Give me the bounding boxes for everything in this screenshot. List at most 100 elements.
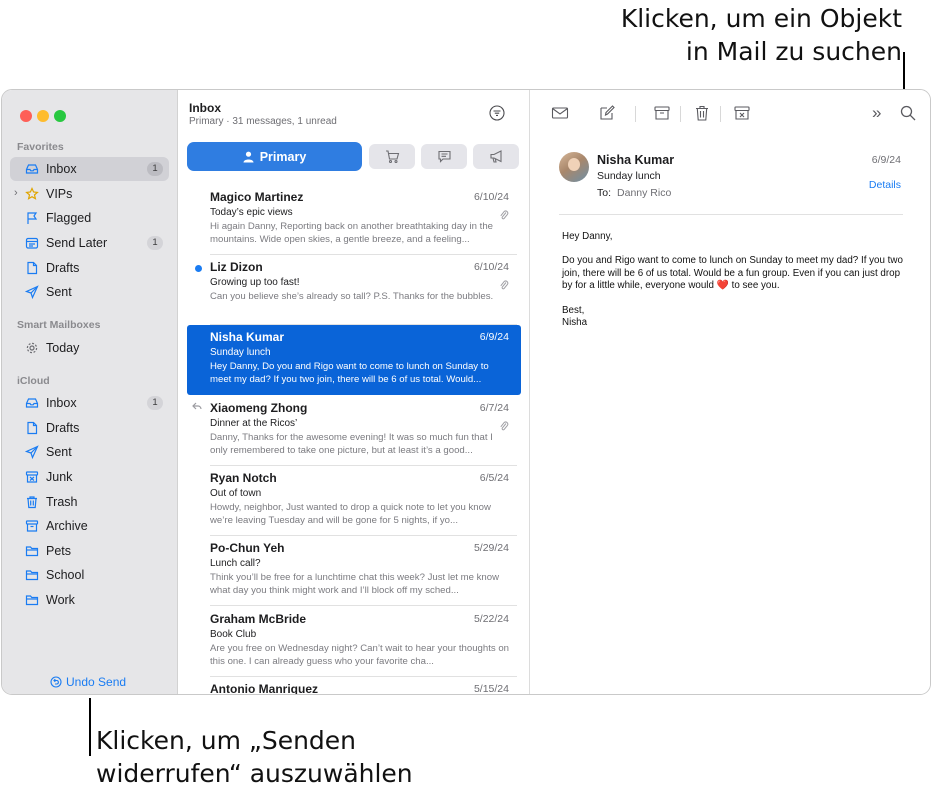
minimize-window-button[interactable] xyxy=(37,110,49,122)
message-row[interactable]: Graham McBride 5/22/24 Book Club Are you… xyxy=(187,607,521,677)
inbox-icon xyxy=(25,162,39,176)
sidebar-item-label: Inbox xyxy=(46,162,77,176)
callout-undo-line1: Klicken, um „Senden xyxy=(96,726,357,755)
sidebar-item-label: Work xyxy=(46,593,75,607)
unread-count-badge: 1 xyxy=(147,396,163,410)
message-sender: Ryan Notch xyxy=(210,471,277,485)
callout-undo-send: Klicken, um „Senden widerrufen“ auszuwäh… xyxy=(96,724,413,790)
zoom-window-button[interactable] xyxy=(54,110,66,122)
message-sender: Liz Dizon xyxy=(210,260,263,274)
undo-send-label: Undo Send xyxy=(66,675,127,689)
to-label: To: xyxy=(597,187,612,199)
email-signature: Nisha xyxy=(562,317,588,329)
sidebar-item-pets[interactable]: Pets xyxy=(10,539,169,563)
undo-send-button[interactable]: Undo Send xyxy=(50,675,126,689)
star-icon xyxy=(25,187,39,201)
chevron-right-icon[interactable]: › xyxy=(14,187,18,199)
message-preview: Hey Danny, Do you and Rigo want to come … xyxy=(210,361,489,385)
sender-avatar xyxy=(559,152,589,182)
message-date: 6/9/24 xyxy=(479,331,509,343)
category-primary-tab[interactable]: Primary xyxy=(187,142,362,171)
heart-emoji-icon: ❤️ xyxy=(716,280,729,292)
sidebar-item-archive[interactable]: Archive xyxy=(10,514,169,538)
more-toolbar-button[interactable]: » xyxy=(872,103,892,122)
sidebar-item-label: Drafts xyxy=(46,421,80,435)
email-subject: Sunday lunch xyxy=(597,170,661,182)
flag-icon xyxy=(25,211,39,225)
message-subject: Sunday lunch xyxy=(210,347,271,358)
details-link[interactable]: Details xyxy=(869,179,901,191)
sidebar-item-label: Archive xyxy=(46,519,88,533)
callout-search-line2: in Mail zu suchen xyxy=(685,37,902,66)
sidebar-item-favorites-inbox[interactable]: Inbox 1 xyxy=(10,157,169,181)
filter-icon[interactable] xyxy=(489,105,505,121)
favorites-section-label: Favorites xyxy=(17,141,64,153)
sidebar-item-label: Pets xyxy=(46,544,72,558)
message-preview: Hi again Danny, Reporting back on anothe… xyxy=(210,221,494,245)
mailbox-subtitle: Primary · 31 messages, 1 unread xyxy=(189,116,337,127)
recipient-line: To: Danny Rico xyxy=(597,187,671,199)
sidebar-item-vips[interactable]: › VIPs xyxy=(10,182,169,206)
toolbar-divider xyxy=(720,106,721,122)
get-mail-button[interactable] xyxy=(551,104,571,122)
message-list-pane: Inbox Primary · 31 messages, 1 unread Pr… xyxy=(179,90,530,694)
toolbar-divider xyxy=(635,106,636,122)
message-row[interactable]: Xiaomeng Zhong 6/7/24 Dinner at the Rico… xyxy=(187,396,521,466)
sidebar-item-sent[interactable]: Sent xyxy=(10,280,169,304)
message-row[interactable]: Antonio Manriquez 5/15/24 xyxy=(187,677,521,694)
sidebar-item-label: Drafts xyxy=(46,261,80,275)
category-promotions-tab[interactable] xyxy=(473,144,519,169)
sidebar-item-label: Trash xyxy=(46,495,78,509)
sidebar-item-junk[interactable]: Junk xyxy=(10,465,169,489)
compose-button[interactable] xyxy=(598,104,618,122)
sidebar-item-today[interactable]: Today xyxy=(10,336,169,360)
row-divider xyxy=(210,605,517,606)
category-updates-tab[interactable] xyxy=(421,144,467,169)
recipient-name[interactable]: Danny Rico xyxy=(617,187,671,199)
search-button[interactable] xyxy=(899,104,919,122)
sidebar-item-icloud-sent[interactable]: Sent xyxy=(10,440,169,464)
header-divider xyxy=(559,214,903,215)
junk-button[interactable] xyxy=(733,104,753,122)
close-window-button[interactable] xyxy=(20,110,32,122)
message-subject: Dinner at the Ricos’ xyxy=(210,418,298,429)
message-row[interactable]: Po-Chun Yeh 5/29/24 Lunch call? Think yo… xyxy=(187,536,521,606)
unread-indicator-icon xyxy=(195,265,202,272)
email-body: Hey Danny, Do you and Rigo want to come … xyxy=(562,231,912,329)
sidebar-item-send-later[interactable]: Send Later 1 xyxy=(10,231,169,255)
send-later-count-badge: 1 xyxy=(147,236,163,250)
message-row-selected[interactable]: Nisha Kumar 6/9/24 Sunday lunch Hey Dann… xyxy=(187,325,521,395)
sidebar-item-icloud-inbox[interactable]: Inbox 1 xyxy=(10,391,169,415)
delete-button[interactable] xyxy=(693,104,713,122)
callout-search: Klicken, um ein Objekt in Mail zu suchen xyxy=(621,2,902,68)
envelope-icon xyxy=(551,107,569,119)
inbox-icon xyxy=(25,396,39,410)
message-date: 6/5/24 xyxy=(479,472,509,484)
paperplane-icon xyxy=(25,445,39,459)
sidebar-item-drafts[interactable]: Drafts xyxy=(10,256,169,280)
sidebar-item-work[interactable]: Work xyxy=(10,588,169,612)
reading-pane: » Nisha Kumar Sunday lunch To: Danny Rico… xyxy=(531,90,930,694)
message-preview: Can you believe she’s already so tall? P… xyxy=(210,291,494,302)
category-transactions-tab[interactable] xyxy=(369,144,415,169)
sidebar-item-trash[interactable]: Trash xyxy=(10,490,169,514)
message-row[interactable]: Ryan Notch 6/5/24 Out of town Howdy, nei… xyxy=(187,466,521,536)
folder-icon xyxy=(25,544,39,558)
undo-icon xyxy=(50,676,62,688)
paperclip-icon xyxy=(500,421,509,431)
message-row[interactable]: Liz Dizon 6/10/24 Growing up too fast! C… xyxy=(187,255,521,325)
cart-icon xyxy=(385,150,399,164)
compose-icon xyxy=(600,105,615,120)
email-greeting: Hey Danny, xyxy=(562,231,613,242)
sidebar-item-label: VIPs xyxy=(46,187,73,201)
category-primary-label: Primary xyxy=(259,149,307,164)
archive-button[interactable] xyxy=(653,104,673,122)
sidebar-item-flagged[interactable]: Flagged xyxy=(10,206,169,230)
sidebar-item-school[interactable]: School xyxy=(10,563,169,587)
toolbar-divider xyxy=(680,106,681,122)
message-row[interactable]: Magico Martinez 6/10/24 Today’s epic vie… xyxy=(187,185,521,255)
mailbox-title: Inbox xyxy=(189,101,221,115)
email-date: 6/9/24 xyxy=(871,154,901,166)
send-later-icon xyxy=(25,236,39,250)
sidebar-item-icloud-drafts[interactable]: Drafts xyxy=(10,416,169,440)
